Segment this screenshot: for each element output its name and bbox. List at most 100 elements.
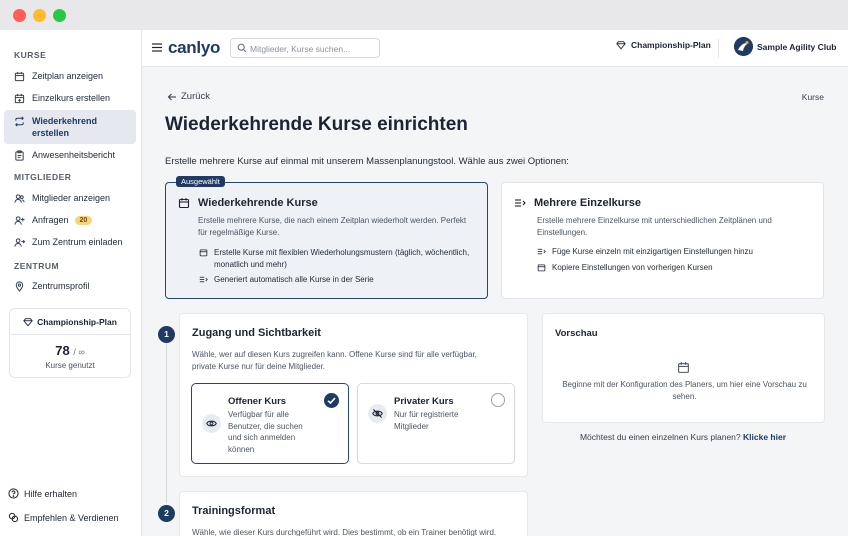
courses-limit: ∞ [78,347,85,357]
search-box[interactable] [230,38,380,58]
option-multiple-single-courses[interactable]: Mehrere Einzelkurse Erstelle mehrere Ein… [501,182,824,299]
sidebar-item-label: Anwesenheitsbericht [32,150,116,160]
option-title: Privater Kurs [394,396,454,407]
option-description: Erstelle mehrere Einzelkurse mit untersc… [537,216,772,237]
option-title: Mehrere Einzelkurse [534,197,641,209]
sidebar-item-anfragen[interactable]: Anfragen 20 [4,209,136,231]
sidebar-item-zentrumsprofil[interactable]: Zentrumsprofil [4,275,136,297]
section-description: Wähle, wer auf diesen Kurs zugreifen kan… [192,350,477,371]
sidebar-item-einladen[interactable]: Zum Zentrum einladen [4,231,136,253]
single-course-prompt: Möchtest du einen einzelnen Kurs planen?… [542,432,824,442]
calendar-plus-icon [14,93,25,103]
help-label: Hilfe erhalten [24,488,78,499]
app-logo[interactable]: canlyo [168,38,220,58]
calendar-icon [14,71,25,81]
plan-usage-card: Championship-Plan 78 / ∞ Kurse genutzt [9,308,131,378]
sidebar-item-label: Wiederkehrend erstellen [32,116,97,138]
search-input[interactable] [250,41,376,56]
close-window-button[interactable] [13,9,26,22]
step-connector [166,343,167,503]
option-feature: Kopiere Einstellungen von vorherigen Kur… [537,262,817,274]
club-switcher[interactable]: Sample Agility Club [734,37,837,56]
page-intro: Erstelle mehrere Kurse auf einmal mit un… [165,156,569,167]
sidebar-item-wiederkehrend[interactable]: Wiederkehrend erstellen [4,110,136,144]
sidebar: KURSE Zeitplan anzeigen Einzelkurs erste… [0,30,142,536]
user-add-icon [14,215,25,225]
open-course-option[interactable]: Offener Kurs Verfügbar für alle Benutzer… [191,383,349,464]
training-format-card: Trainingsformat Wähle, wie dieser Kurs d… [179,491,528,536]
eye-off-icon [372,409,383,418]
courses-used-label: Kurse genutzt [45,361,95,370]
option-recurring-courses[interactable]: Ausgewählt Wiederkehrende Kurse Erstelle… [165,176,488,299]
step-number-badge: 2 [158,505,175,522]
preview-title: Vorschau [555,328,598,339]
divider [10,334,130,335]
courses-used-count: 78 [55,343,70,358]
plan-name: Championship-Plan [37,317,117,327]
single-course-question: Möchtest du einen einzelnen Kurs planen? [579,432,741,442]
section-label-zentrum: ZENTRUM [14,261,60,271]
single-course-link[interactable]: Klicke hier [743,432,786,442]
menu-icon[interactable] [152,43,162,52]
sidebar-item-label: Zentrumsprofil [32,281,90,291]
main-content: Zurück Kurse Wiederkehrende Kurse einric… [142,67,848,536]
diamond-icon [23,318,33,327]
eye-icon [206,420,217,427]
option-title: Offener Kurs [228,396,287,407]
calendar-icon [537,264,546,272]
section-title: Trainingsformat [192,505,276,517]
user-invite-icon [14,237,25,247]
option-feature: Generiert automatisch alle Kurse in der … [199,274,479,286]
section-title: Zugang und Sichtbarkeit [192,327,321,339]
refer-link[interactable]: Empfehlen & Verdienen [8,512,119,523]
list-arrow-icon [199,276,208,283]
list-arrow-icon [515,199,526,207]
section-label-mitglieder: MITGLIEDER [14,172,72,182]
private-course-option[interactable]: Privater Kurs Nur für registrierte Mitgl… [357,383,515,464]
sidebar-item-label: Einzelkurs erstellen [32,93,111,103]
page-title: Wiederkehrende Kurse einrichten [165,114,468,135]
sidebar-item-zeitplan[interactable]: Zeitplan anzeigen [4,65,136,87]
plan-indicator[interactable]: Championship-Plan [616,40,711,50]
back-link[interactable]: Zurück [167,91,210,102]
preview-empty-text: Beginne mit der Konfiguration des Planer… [562,380,807,401]
sidebar-item-label: Zeitplan anzeigen [32,71,104,81]
sidebar-item-label: Anfragen [32,215,69,225]
calendar-icon [678,362,689,373]
sidebar-item-mitglieder[interactable]: Mitglieder anzeigen [4,187,136,209]
requests-count-badge: 20 [74,215,93,225]
coins-icon [8,512,19,523]
repeat-icon [15,116,24,127]
divider [718,39,719,58]
list-arrow-icon [537,248,546,255]
plan-label: Championship-Plan [631,40,711,50]
maximize-window-button[interactable] [53,9,66,22]
minimize-window-button[interactable] [33,9,46,22]
option-description: Verfügbar für alle Benutzer, die suchen … [228,410,303,454]
sidebar-item-label: Zum Zentrum einladen [32,237,123,247]
arrow-left-icon [167,93,176,100]
calendar-icon [199,249,208,257]
map-pin-icon [15,280,24,292]
section-label-kurse: KURSE [14,50,47,60]
option-feature: Füge Kurse einzeln mit einzigartigen Ein… [537,246,817,258]
calendar-icon [178,198,190,209]
section-description: Wähle, wie dieser Kurs durchgeführt wird… [192,528,497,536]
diamond-icon [616,41,626,50]
option-description: Nur für registrierte Mitglieder [394,410,459,431]
window-titlebar [0,0,848,30]
radio-button[interactable] [491,393,505,407]
breadcrumb[interactable]: Kurse [802,92,824,102]
sidebar-item-einzelkurs[interactable]: Einzelkurs erstellen [4,87,136,109]
help-circle-icon [8,488,19,499]
sidebar-item-label: Mitglieder anzeigen [32,193,111,203]
users-icon [14,193,25,203]
refer-label: Empfehlen & Verdienen [24,512,119,523]
sidebar-item-anwesenheit[interactable]: Anwesenheitsbericht [4,144,136,166]
search-icon [237,43,247,53]
clipboard-icon [15,149,24,161]
option-title: Wiederkehrende Kurse [198,197,318,209]
help-link[interactable]: Hilfe erhalten [8,488,77,499]
back-label: Zurück [181,91,211,102]
selected-badge: Ausgewählt [176,176,225,187]
